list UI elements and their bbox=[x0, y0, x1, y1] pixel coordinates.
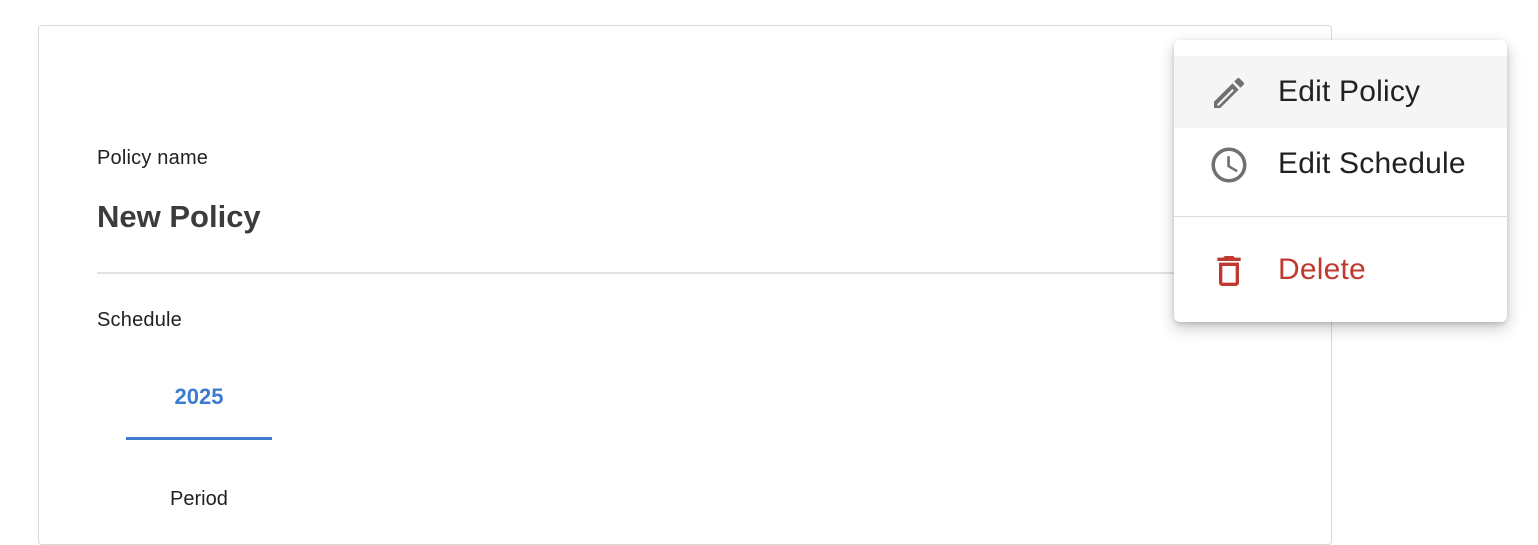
clock-icon bbox=[1208, 144, 1250, 186]
menu-divider bbox=[1174, 216, 1507, 217]
tab-active-indicator bbox=[126, 437, 272, 440]
section-divider bbox=[97, 272, 1277, 274]
trash-icon bbox=[1208, 250, 1250, 292]
context-menu: Edit Policy Edit Schedule Delete bbox=[1174, 40, 1507, 322]
tab-year-2025[interactable]: 2025 bbox=[126, 372, 272, 440]
tab-year-label: 2025 bbox=[174, 384, 224, 409]
policy-name-value: New Policy bbox=[97, 199, 261, 234]
menu-item-delete[interactable]: Delete bbox=[1174, 234, 1507, 306]
policy-card: Policy name New Policy Schedule 2025 Per… bbox=[38, 25, 1332, 545]
pencil-icon bbox=[1208, 72, 1250, 114]
menu-item-label: Edit Schedule bbox=[1278, 147, 1466, 180]
menu-item-edit-schedule[interactable]: Edit Schedule bbox=[1174, 128, 1507, 200]
policy-name-label: Policy name bbox=[97, 147, 209, 169]
menu-item-edit-policy[interactable]: Edit Policy bbox=[1174, 56, 1507, 128]
schedule-label: Schedule bbox=[97, 309, 182, 331]
menu-item-label: Edit Policy bbox=[1278, 75, 1421, 108]
period-label: Period bbox=[170, 488, 228, 510]
menu-item-label: Delete bbox=[1278, 253, 1366, 286]
